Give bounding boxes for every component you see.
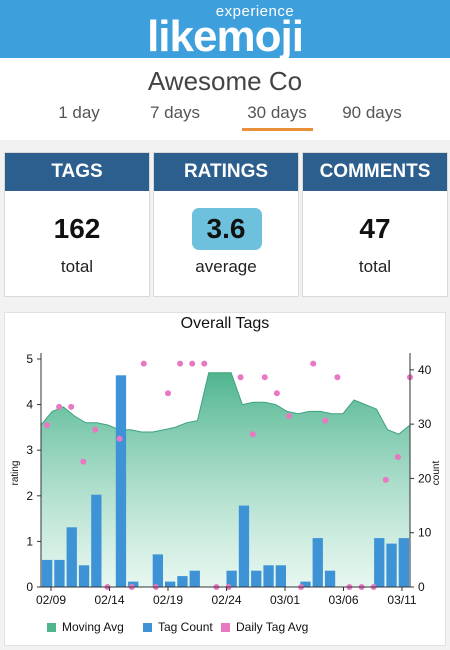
tag-count-bar [238, 505, 250, 587]
comments-total-value: 47 [359, 213, 391, 244]
left-axis-title: rating [10, 460, 21, 485]
tag-count-bar [386, 543, 397, 587]
daily-tag-avg-point [189, 360, 196, 367]
daily-tag-avg-point [56, 403, 63, 410]
x-tick-label: 03/06 [328, 593, 358, 607]
tag-count-bar [78, 565, 90, 587]
left-tick-label: 4 [26, 398, 33, 412]
left-tick-label: 0 [26, 580, 33, 594]
tab-1-day[interactable]: 1 day [34, 103, 124, 123]
active-tab-indicator [242, 128, 313, 131]
daily-tag-avg-point [249, 431, 256, 438]
tag-count-bar [177, 576, 188, 587]
tab-90-days[interactable]: 90 days [327, 103, 417, 123]
right-tick-label: 30 [418, 417, 432, 431]
daily-tag-avg-point [261, 374, 268, 381]
right-tick-label: 10 [418, 526, 432, 540]
tag-count-bar [398, 538, 409, 587]
tag-count-bar [152, 554, 163, 587]
legend-moving-avg[interactable]: Moving Avg [47, 620, 124, 634]
x-tick-label: 02/24 [211, 593, 241, 607]
daily-tag-avg-point [286, 413, 292, 419]
ratings-card-title: RATINGS [154, 153, 298, 191]
x-tick-label: 02/14 [94, 593, 124, 607]
legend-daily-tag-avg[interactable]: Daily Tag Avg [221, 620, 308, 634]
ratings-card-subtitle: average [195, 257, 257, 276]
daily-tag-avg-point [165, 390, 171, 397]
overall-tags-chart: 0 1 2 3 4 5 0 10 20 30 40 02/09 02/14 02/19 02/24 03/01… [10, 352, 442, 607]
comments-card-subtitle: total [358, 257, 392, 276]
tag-count-bar [324, 570, 336, 587]
daily-tag-avg-point [382, 476, 389, 483]
app-logo: likemoji [147, 12, 304, 61]
tag-count-bar [91, 494, 102, 587]
daily-tag-avg-point [92, 426, 99, 433]
tags-total-value: 162 [53, 213, 101, 244]
tag-count-bar [115, 375, 127, 587]
x-tick-label: 03/01 [270, 593, 300, 607]
legend-daily-tag-avg-label: Daily Tag Avg [236, 620, 309, 634]
x-tick-label: 02/09 [36, 593, 66, 607]
daily-tag-avg-point [116, 435, 123, 442]
tag-count-bar [189, 570, 200, 587]
right-tick-label: 40 [418, 363, 432, 377]
tag-count-bar [54, 559, 65, 587]
daily-tag-avg-point [177, 360, 184, 367]
daily-tag-avg-point [140, 360, 147, 367]
tag-count-bar [251, 570, 262, 587]
daily-tag-avg-point [394, 454, 401, 460]
ratings-average-value: 3.6 [206, 213, 246, 244]
x-tick-label: 02/19 [153, 593, 183, 607]
left-tick-label: 3 [26, 443, 33, 457]
daily-tag-avg-point [68, 403, 75, 410]
tag-count-bar [42, 559, 53, 587]
comments-card[interactable]: COMMENTS 47 total [302, 152, 448, 297]
legend-tag-count-label: Tag Count [158, 620, 213, 634]
x-tick-label: 03/11 [387, 593, 416, 607]
legend-moving-avg-label: Moving Avg [62, 620, 124, 634]
daily-tag-avg-point [334, 374, 341, 381]
daily-tag-avg-point [201, 360, 208, 367]
right-tick-label: 20 [418, 471, 432, 485]
tag-count-bar [374, 538, 385, 587]
tags-card-subtitle: total [60, 257, 94, 276]
daily-tag-avg-point [44, 422, 50, 429]
overall-tags-chart-panel: Overall Tags 0 1 2 3 4 5 0 10 20 30 40 02/09 02/14 02… [4, 312, 446, 646]
tag-count-bar [165, 581, 176, 587]
daily-tag-avg-point [80, 458, 87, 465]
tags-card-title: TAGS [5, 153, 149, 191]
daily-tag-avg-point [273, 390, 280, 397]
app-header: experience likemoji [0, 0, 450, 61]
tag-count-bar [275, 565, 286, 587]
tag-count-bar [66, 527, 77, 587]
legend-tag-count[interactable]: Tag Count [143, 620, 213, 634]
left-tick-label: 1 [26, 534, 33, 548]
daily-tag-avg-point [322, 417, 329, 424]
tab-7-days[interactable]: 7 days [130, 103, 220, 123]
moving-avg-swatch [47, 622, 56, 632]
ratings-card[interactable]: RATINGS 3.6 average [153, 152, 299, 297]
tag-count-swatch [143, 622, 152, 632]
daily-tag-avg-point [237, 374, 244, 381]
tab-30-days[interactable]: 30 days [232, 103, 322, 123]
daily-tag-avg-swatch [221, 622, 230, 632]
tag-count-bar [263, 565, 274, 587]
right-axis-title: count [431, 461, 442, 486]
company-name: Awesome Co [147, 66, 303, 96]
tags-card[interactable]: TAGS 162 total [4, 152, 150, 297]
left-tick-label: 2 [26, 489, 33, 503]
right-tick-label: 0 [418, 580, 425, 594]
comments-card-title: COMMENTS [303, 153, 447, 191]
tag-count-bar [312, 538, 323, 587]
daily-tag-avg-point [310, 360, 317, 367]
left-tick-label: 5 [26, 352, 33, 366]
